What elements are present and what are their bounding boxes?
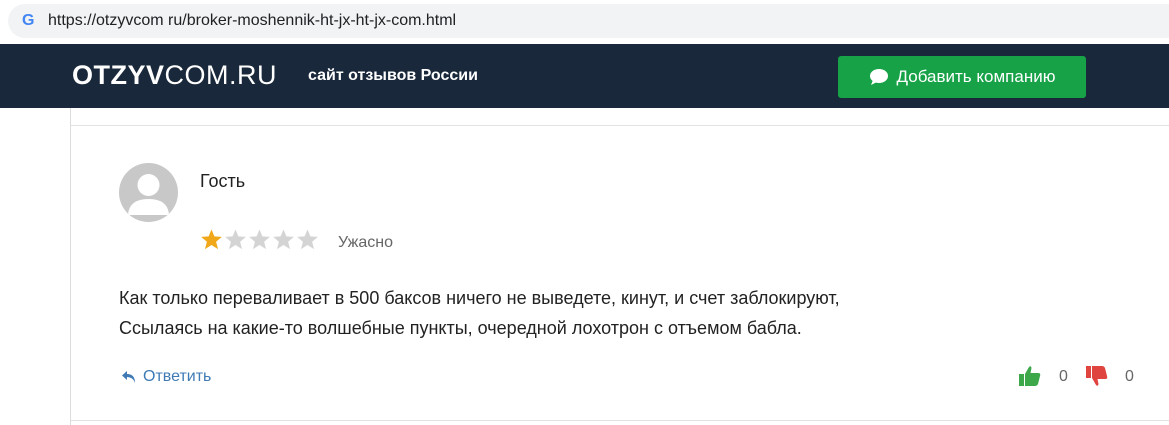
- add-company-label: Добавить компанию: [896, 67, 1056, 86]
- reply-button[interactable]: Ответить: [121, 368, 211, 386]
- thumbs-up-icon[interactable]: [1018, 364, 1042, 388]
- user-silhouette-icon: [128, 174, 169, 215]
- star-empty-icon: [225, 229, 246, 250]
- review-text: Как только переваливает в 500 баксов нич…: [119, 283, 840, 343]
- url-field[interactable]: G https://otzyvcom ru/broker-moshennik-h…: [8, 4, 1169, 38]
- star-empty-icon: [297, 229, 318, 250]
- thumbs-down-icon[interactable]: [1085, 364, 1109, 388]
- content-left-border: [70, 108, 71, 425]
- logo-bold: OTZYV: [72, 60, 165, 90]
- browser-address-bar: G https://otzyvcom ru/broker-moshennik-h…: [0, 0, 1169, 42]
- star-empty-icon: [273, 229, 294, 250]
- review-line: Как только переваливает в 500 баксов нич…: [119, 288, 840, 308]
- google-g-icon: G: [22, 12, 35, 29]
- star-filled-icon: [201, 229, 222, 250]
- review-line: Ссылаясь на какие-то волшебные пункты, о…: [119, 318, 802, 338]
- site-logo[interactable]: OTZYVCOM.RU: [72, 60, 277, 91]
- divider: [71, 420, 1169, 421]
- logo-thin: COM.RU: [164, 60, 278, 90]
- avatar: [119, 163, 178, 222]
- add-company-button[interactable]: Добавить компанию: [838, 56, 1086, 98]
- likes-count: 0: [1059, 368, 1068, 385]
- review-author: Гость: [200, 171, 246, 191]
- star-rating: [200, 228, 319, 251]
- dislikes-count: 0: [1125, 368, 1134, 385]
- site-tagline: сайт отзывов России: [308, 67, 478, 84]
- star-empty-icon: [249, 229, 270, 250]
- reply-arrow-icon: [122, 371, 135, 383]
- reply-label: Ответить: [143, 368, 212, 385]
- site-header: OTZYVCOM.RU сайт отзывов России Добавить…: [0, 44, 1169, 108]
- url-text[interactable]: https://otzyvcom ru/broker-moshennik-ht-…: [48, 12, 456, 30]
- chat-bubble-icon: [869, 69, 888, 85]
- divider: [71, 125, 1169, 126]
- rating-label: Ужасно: [338, 234, 393, 251]
